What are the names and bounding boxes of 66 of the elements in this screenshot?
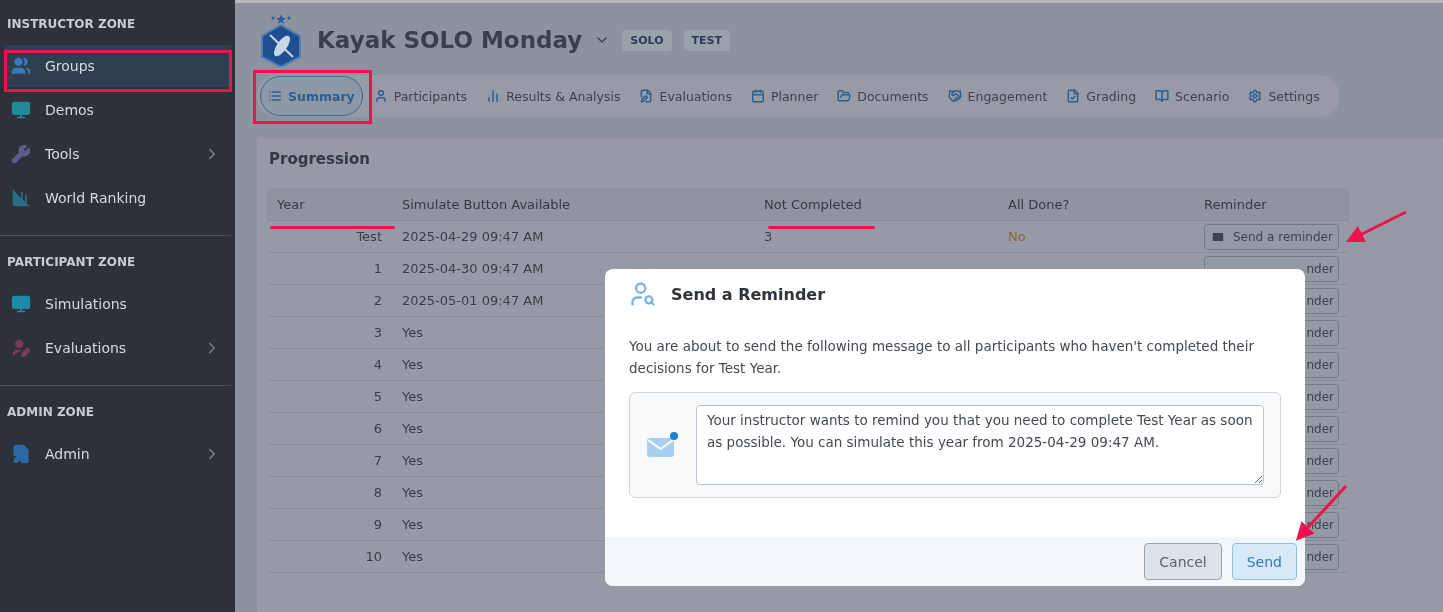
tab-icon xyxy=(837,89,852,103)
sidebar-item[interactable]: Evaluations xyxy=(4,327,231,369)
tab-icon xyxy=(373,89,388,103)
tab-icon xyxy=(1155,89,1170,103)
reminder-button[interactable]: Send a reminder xyxy=(1204,223,1339,250)
column-header: Reminder xyxy=(1194,188,1349,221)
section-title: ADMIN ZONE xyxy=(6,404,96,421)
table-cell: 8 xyxy=(267,477,392,509)
tab-icon xyxy=(639,89,654,103)
sidebar-icon xyxy=(11,56,31,76)
cancel-button[interactable]: Cancel xyxy=(1144,543,1222,580)
panel-title: Progression xyxy=(268,149,371,170)
sidebar-icon xyxy=(11,144,31,164)
page-title: Kayak SOLO Monday xyxy=(317,27,583,53)
annotation-arrow xyxy=(1295,485,1348,541)
tab-icon xyxy=(750,89,765,103)
table-cell: 1 xyxy=(267,253,392,285)
sidebar-icon xyxy=(11,338,31,358)
tab-icon xyxy=(1066,89,1081,103)
sidebar-icon xyxy=(11,188,31,208)
column-header: All Done? xyxy=(998,188,1194,221)
tab-icon xyxy=(486,89,501,103)
tab[interactable]: Planner xyxy=(742,76,827,116)
section-title: PARTICIPANT ZONE xyxy=(6,254,137,271)
table-cell: No xyxy=(998,221,1194,253)
sidebar-item[interactable]: Tools xyxy=(4,133,231,175)
mail-icon xyxy=(646,431,678,459)
table-cell: 9 xyxy=(267,509,392,541)
table-cell: 5 xyxy=(267,381,392,413)
table-cell: 10 xyxy=(267,541,392,573)
table-cell: 3 xyxy=(267,317,392,349)
send-button[interactable]: Send xyxy=(1231,543,1297,580)
column-header: Year xyxy=(267,188,392,221)
tag-badge: TEST xyxy=(683,29,730,51)
tag-badge: SOLO xyxy=(622,29,672,51)
tab-icon xyxy=(1248,89,1263,103)
sidebar-item[interactable]: Simulations xyxy=(4,283,231,325)
tab-icon xyxy=(268,89,282,103)
tab[interactable]: Results & Analysis xyxy=(478,76,629,116)
sidebar-icon xyxy=(11,444,31,464)
table-cell: 7 xyxy=(267,445,392,477)
table-cell: 6 xyxy=(267,413,392,445)
user-search-icon xyxy=(629,280,657,308)
table-cell: 4 xyxy=(267,349,392,381)
tab[interactable]: Engagement xyxy=(939,76,1056,116)
table-cell: 2025-04-29 09:47 AM xyxy=(392,221,754,253)
message-field[interactable]: Your instructor wants to remind you that you need to complete Test Year as soon as possible. You can simulate this year from 2025-04-29 09:47 AM. xyxy=(696,405,1264,485)
sidebar-icon xyxy=(11,294,31,314)
column-header: Not Completed xyxy=(754,188,998,221)
tab[interactable]: Grading xyxy=(1058,76,1145,116)
tab-icon xyxy=(947,89,962,103)
sidebar-item[interactable]: World Ranking xyxy=(4,177,231,219)
tab[interactable]: Documents xyxy=(829,76,937,116)
sidebar-item[interactable]: Groups xyxy=(4,45,231,87)
tab[interactable]: Scenario xyxy=(1147,76,1238,116)
annotation-arrow xyxy=(1345,210,1407,242)
section-title: INSTRUCTOR ZONE xyxy=(6,16,137,33)
tab[interactable]: Summary xyxy=(260,76,363,116)
tab[interactable]: Participants xyxy=(365,76,476,116)
column-header: Simulate Button Available xyxy=(392,188,754,221)
sidebar-item[interactable]: Demos xyxy=(4,89,231,131)
table-cell: 2 xyxy=(267,285,392,317)
tab[interactable]: Evaluations xyxy=(631,76,740,116)
tab[interactable]: Settings xyxy=(1240,76,1328,116)
sidebar-icon xyxy=(11,100,31,120)
sidebar-item[interactable]: Admin xyxy=(4,433,231,475)
